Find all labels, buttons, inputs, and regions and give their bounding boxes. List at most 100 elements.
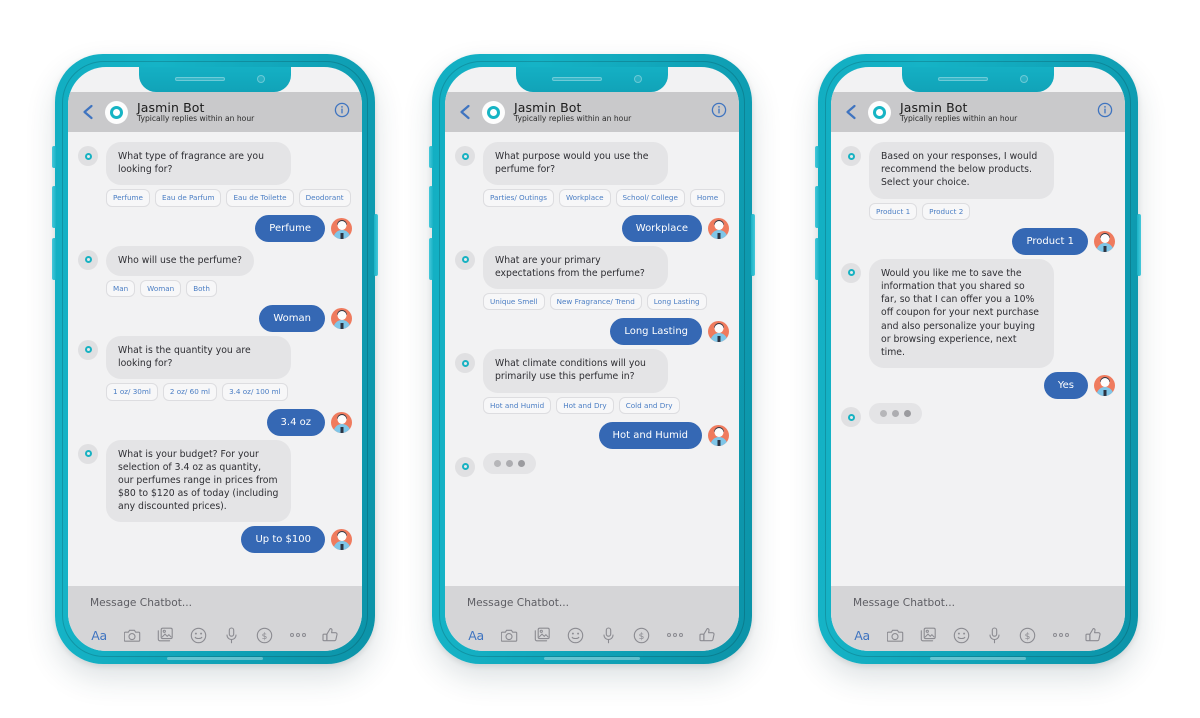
bot-avatar-icon	[841, 146, 861, 166]
camera-icon[interactable]	[886, 626, 904, 644]
volume-down-button[interactable]	[815, 238, 819, 280]
quick-reply-chip[interactable]: Product 2	[922, 202, 971, 220]
text-format-tool[interactable]: Aa	[467, 626, 485, 644]
quick-reply-chip[interactable]: Both	[186, 279, 217, 297]
composer-toolbar: Aa $	[445, 619, 739, 651]
home-indicator	[930, 657, 1026, 660]
smiley-icon[interactable]	[566, 626, 584, 644]
avatar-user	[331, 217, 352, 239]
photo-library-icon[interactable]	[533, 626, 551, 644]
chat-title: Jasmin Bot	[900, 99, 968, 115]
avatar-user	[708, 424, 729, 446]
avatar-tie	[340, 544, 343, 551]
quick-reply-chip[interactable]: Long Lasting	[646, 292, 707, 311]
message-input[interactable]: Message Chatbot...	[68, 586, 362, 619]
chat-subtitle: Typically replies within an hour	[137, 114, 255, 124]
earpiece-speaker	[175, 77, 225, 81]
camera-icon[interactable]	[500, 626, 518, 644]
quick-reply-chip-group: Perfume Eau de Parfum Eau de Toilette Deodo…	[106, 189, 352, 207]
photo-library-icon[interactable]	[919, 626, 937, 644]
quick-reply-chip[interactable]: Home	[689, 189, 726, 207]
conversation-list[interactable]: What type of fragrance are you looking f…	[68, 132, 362, 586]
message-row-typing	[841, 403, 1115, 428]
typing-indicator	[483, 452, 536, 474]
quick-reply-chip[interactable]: Workplace	[558, 189, 611, 207]
silent-switch-button[interactable]	[52, 146, 56, 168]
avatar-tie	[340, 426, 343, 433]
bot-message-bubble: What climate conditions will you primari…	[483, 349, 668, 393]
photo-library-icon[interactable]	[156, 626, 174, 644]
volume-up-button[interactable]	[52, 186, 56, 228]
ellipsis-icon[interactable]	[666, 626, 684, 644]
quick-reply-chip[interactable]: Perfume	[106, 189, 150, 207]
bot-avatar-icon	[78, 146, 98, 166]
microphone-icon[interactable]	[223, 626, 241, 644]
avatar-face	[337, 310, 346, 320]
bot-avatar-icon	[78, 339, 98, 360]
power-button[interactable]	[751, 214, 755, 276]
user-message-bubble: Long Lasting	[610, 318, 702, 346]
quick-reply-chip[interactable]: New Fragrance/ Trend	[549, 292, 642, 311]
power-button[interactable]	[374, 214, 378, 276]
bot-message-bubble: What purpose would you use the perfume f…	[483, 142, 668, 186]
quick-reply-chip[interactable]: Cold and Dry	[618, 396, 680, 414]
bot-message-bubble: What are your primary expectations from …	[483, 245, 668, 289]
message-input[interactable]: Message Chatbot...	[445, 586, 739, 619]
quick-reply-chip[interactable]: Unique Smell	[483, 292, 545, 311]
chat-header: Jasmin Bot Typically replies within an ho…	[445, 92, 739, 132]
quick-reply-chip[interactable]: Hot and Humid	[483, 396, 552, 414]
dollar-circle-icon[interactable]: $	[256, 626, 274, 644]
quick-reply-chip[interactable]: Eau de Parfum	[154, 189, 222, 207]
thumbs-up-icon[interactable]	[699, 626, 717, 644]
bot-ring-glyph	[84, 152, 92, 160]
camera-icon[interactable]	[123, 626, 141, 644]
quick-reply-chip[interactable]: 2 oz/ 60 ml	[162, 383, 218, 401]
back-chevron-left-icon[interactable]	[80, 104, 96, 120]
dollar-circle-icon[interactable]: $	[1019, 626, 1037, 644]
quick-reply-chip[interactable]: School/ College	[615, 189, 685, 207]
ellipsis-icon[interactable]	[1052, 626, 1070, 644]
info-circle-icon[interactable]	[334, 102, 350, 122]
text-format-tool[interactable]: Aa	[90, 626, 108, 644]
back-chevron-left-icon[interactable]	[457, 104, 473, 120]
phone-mockup-3: Jasmin Bot Typically replies within an ho…	[815, 54, 1141, 664]
dollar-circle-icon[interactable]: $	[633, 626, 651, 644]
ellipsis-icon[interactable]	[289, 626, 307, 644]
quick-reply-chip[interactable]: Woman	[140, 279, 182, 297]
volume-down-button[interactable]	[429, 238, 433, 280]
message-input[interactable]: Message Chatbot...	[831, 586, 1125, 619]
volume-up-button[interactable]	[815, 186, 819, 228]
silent-switch-button[interactable]	[429, 146, 433, 168]
volume-down-button[interactable]	[52, 238, 56, 280]
back-chevron-left-icon[interactable]	[843, 104, 859, 120]
volume-up-button[interactable]	[429, 186, 433, 228]
message-row-typing	[455, 452, 729, 477]
thumbs-up-icon[interactable]	[1085, 626, 1103, 644]
smiley-icon[interactable]	[189, 626, 207, 644]
conversation-list[interactable]: What purpose would you use the perfume f…	[445, 132, 739, 586]
quick-reply-chip[interactable]: Hot and Dry	[556, 396, 614, 414]
quick-reply-chip[interactable]: Parties/ Outings	[483, 189, 554, 207]
phone-mockup-1: Jasmin Bot Typically replies within an ho…	[52, 54, 378, 664]
user-message-bubble: Woman	[259, 304, 325, 332]
bot-message-bubble: Who will use the perfume?	[106, 245, 254, 276]
message-row-bot: What are your primary expectations from …	[455, 245, 729, 289]
silent-switch-button[interactable]	[815, 146, 819, 168]
quick-reply-chip[interactable]: Deodorant	[298, 189, 351, 207]
info-circle-icon[interactable]	[711, 102, 727, 122]
quick-reply-chip[interactable]: Product 1	[869, 202, 918, 220]
message-row-user: 3.4 oz	[78, 408, 352, 436]
info-circle-icon[interactable]	[1097, 102, 1113, 122]
quick-reply-chip[interactable]: 1 oz/ 30ml	[106, 383, 158, 401]
quick-reply-chip[interactable]: 3.4 oz/ 100 ml	[222, 383, 288, 401]
smiley-icon[interactable]	[952, 626, 970, 644]
microphone-icon[interactable]	[986, 626, 1004, 644]
text-format-tool[interactable]: Aa	[853, 626, 871, 644]
thumbs-up-icon[interactable]	[322, 626, 340, 644]
quick-reply-chip[interactable]: Man	[106, 279, 136, 297]
bot-ring-glyph	[84, 346, 92, 354]
microphone-icon[interactable]	[600, 626, 618, 644]
power-button[interactable]	[1137, 214, 1141, 276]
quick-reply-chip[interactable]: Eau de Toilette	[226, 189, 294, 207]
conversation-list[interactable]: Based on your responses, I would recomme…	[831, 132, 1125, 586]
